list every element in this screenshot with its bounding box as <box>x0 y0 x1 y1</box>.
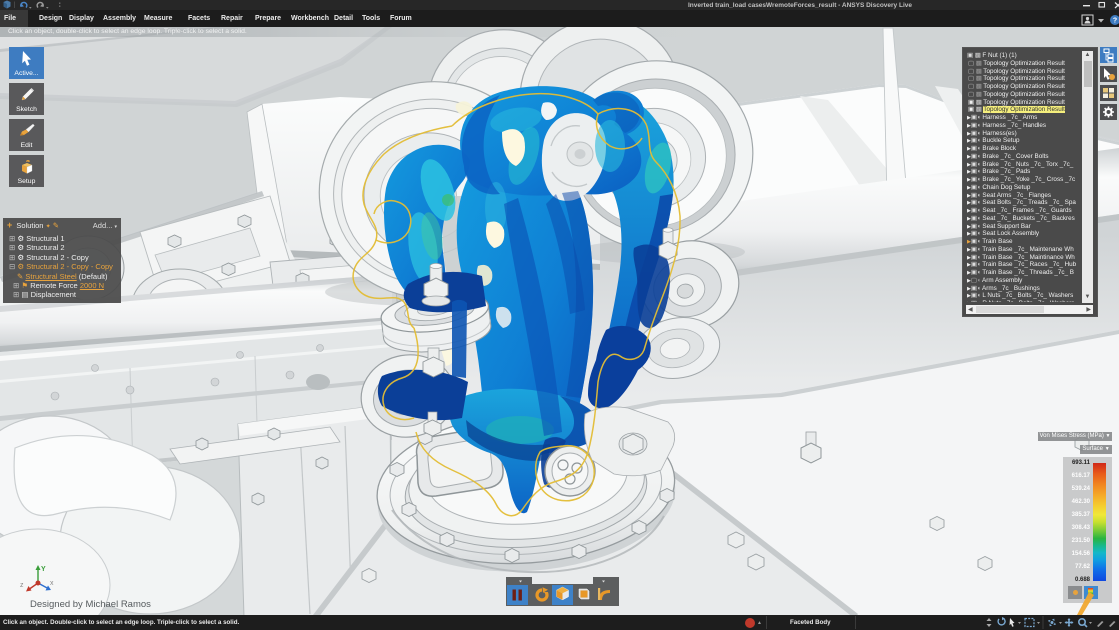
svg-text:?: ? <box>1113 17 1117 24</box>
svg-text:z: z <box>20 582 24 589</box>
svg-text:x: x <box>50 580 54 587</box>
svg-text:Designed by Michael Ramos: Designed by Michael Ramos <box>30 599 151 610</box>
svg-text:Y: Y <box>41 566 46 573</box>
